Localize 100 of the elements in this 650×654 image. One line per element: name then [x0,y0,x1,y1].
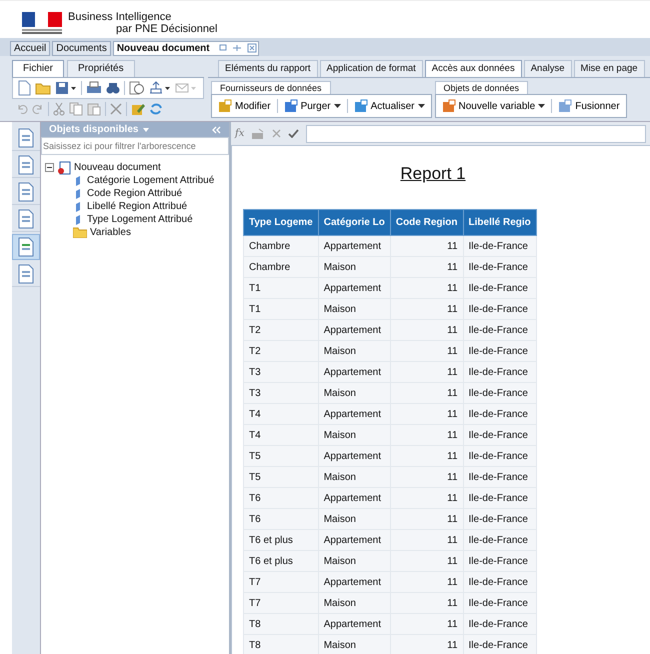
tree-item[interactable]: Type Logement Attribué [87,214,193,225]
binoculars-icon[interactable] [106,81,120,95]
ribbon-button[interactable]: Nouvelle variable [440,97,548,115]
table-cell: Maison [318,424,390,446]
function-button[interactable]: fx [235,128,244,139]
table-cell: Appartement [318,530,390,550]
table-cell: Ile-de-France [463,256,536,278]
table-cell: T6 et plus [244,550,318,572]
table-cell: Maison [318,382,390,404]
table-cell: Maison [318,256,390,278]
delete-icon [110,103,122,115]
ribbon-tab[interactable]: Application de format [320,60,423,77]
document-icon [17,128,35,148]
table-cell: Appartement [318,236,390,256]
table-cell: Appartement [318,572,390,592]
table-cell: T2 [244,320,318,340]
side-panel-button[interactable] [12,126,40,151]
caret-icon [538,104,546,108]
table-cell: T3 [244,362,318,382]
table-cell: Ile-de-France [463,340,536,362]
table-cell: Appartement [318,614,390,634]
tree-item[interactable]: Nouveau document [74,162,161,173]
document-icon [17,237,35,257]
tree-item[interactable]: Variables [90,227,131,238]
document-tab[interactable]: Accueil [10,40,50,56]
ribbon-tab[interactable]: Fichier [12,60,64,77]
clock-document-icon[interactable] [129,81,145,95]
table-cell: T3 [244,382,318,404]
table-cell: 11 [390,278,464,298]
save-icon[interactable] [55,81,77,95]
table-cell: 11 [390,614,464,634]
table-cell: Appartement [318,278,390,298]
table-cell: Appartement [318,488,390,508]
ribbon-button[interactable]: Fusionner [556,97,622,115]
new-document-icon[interactable] [17,80,31,96]
app-subtitle: par PNE Décisionnel [116,23,218,35]
table-cell: 11 [390,592,464,614]
ribbon-tab[interactable]: Accès aux données [424,60,522,77]
table-cell: 11 [390,256,464,278]
table-cell: Ile-de-France [463,488,536,508]
redo-icon [32,103,44,115]
validate-icon [288,129,300,138]
ribbon-tab[interactable]: Mise en page [574,60,645,77]
document-tab[interactable]: Documents [52,40,111,56]
tree-item[interactable]: Libellé Region Attribué [87,201,188,212]
column-header: Catégorie Lo [318,210,390,236]
ribbon-tab[interactable]: Eléments du rapport [218,60,318,77]
table-cell: 11 [390,382,464,404]
tree-item[interactable]: Code Region Attribué [87,188,182,199]
table-cell: Ile-de-France [463,530,536,550]
collapse-icon[interactable] [212,126,221,134]
group-tab[interactable]: Fournisseurs de données [211,81,331,94]
table-cell: Ile-de-France [463,466,536,488]
table-cell: Ile-de-France [463,320,536,340]
table-cell: 11 [390,550,464,572]
edit-query-icon[interactable] [131,102,145,116]
mail-icon [175,81,197,95]
cancel-icon [272,129,282,138]
ribbon-button[interactable]: Actualiser [352,97,426,115]
cut-icon [53,102,65,116]
filter-field[interactable]: Saisissez ici pour filtrer l'arborescence [41,137,229,155]
export-icon[interactable] [149,81,171,95]
ribbon-button[interactable]: Modifier [216,97,273,115]
side-panel-button[interactable] [12,207,40,232]
side-panel-button[interactable] [12,153,40,178]
ribbon-tab[interactable]: Analyse [524,60,572,77]
table-cell: Ile-de-France [463,236,536,256]
table-cell: Ile-de-France [463,278,536,298]
collapse-toggle-icon[interactable] [45,163,54,172]
table-cell: 11 [390,236,464,256]
caret-icon[interactable] [143,128,150,132]
table-cell: T2 [244,340,318,362]
tree-item[interactable]: Catégorie Logement Attribué [87,175,214,186]
table-cell: T6 et plus [244,530,318,550]
folder-icon[interactable] [35,81,51,95]
copy-icon [69,102,83,116]
ribbon-tab[interactable]: Propriétés [67,60,135,77]
side-panel-button[interactable] [12,262,40,287]
table-cell: 11 [390,404,464,424]
table-cell: 11 [390,340,464,362]
print-icon[interactable] [86,81,102,95]
side-panel-button[interactable] [12,234,40,260]
table-cell: 11 [390,508,464,530]
document-tab[interactable]: Nouveau document [112,40,259,56]
table-cell: Maison [318,466,390,488]
column-header: Code Region [390,210,464,236]
formula-field[interactable] [306,124,646,142]
document-icon [17,155,35,175]
folder-icon [73,227,87,238]
column-header: Type Logeme [244,210,318,236]
table-cell: T5 [244,446,318,466]
group-tab[interactable]: Objets de données [434,81,528,94]
tab-controls-icon[interactable] [218,43,259,53]
side-panel-button[interactable] [12,180,40,205]
logo-icon [20,11,64,35]
table-cell: Ile-de-France [463,614,536,634]
table-cell: Maison [318,508,390,530]
table-cell: Maison [318,298,390,320]
ribbon-button[interactable]: Purger [282,97,343,115]
table-cell: Maison [318,340,390,362]
